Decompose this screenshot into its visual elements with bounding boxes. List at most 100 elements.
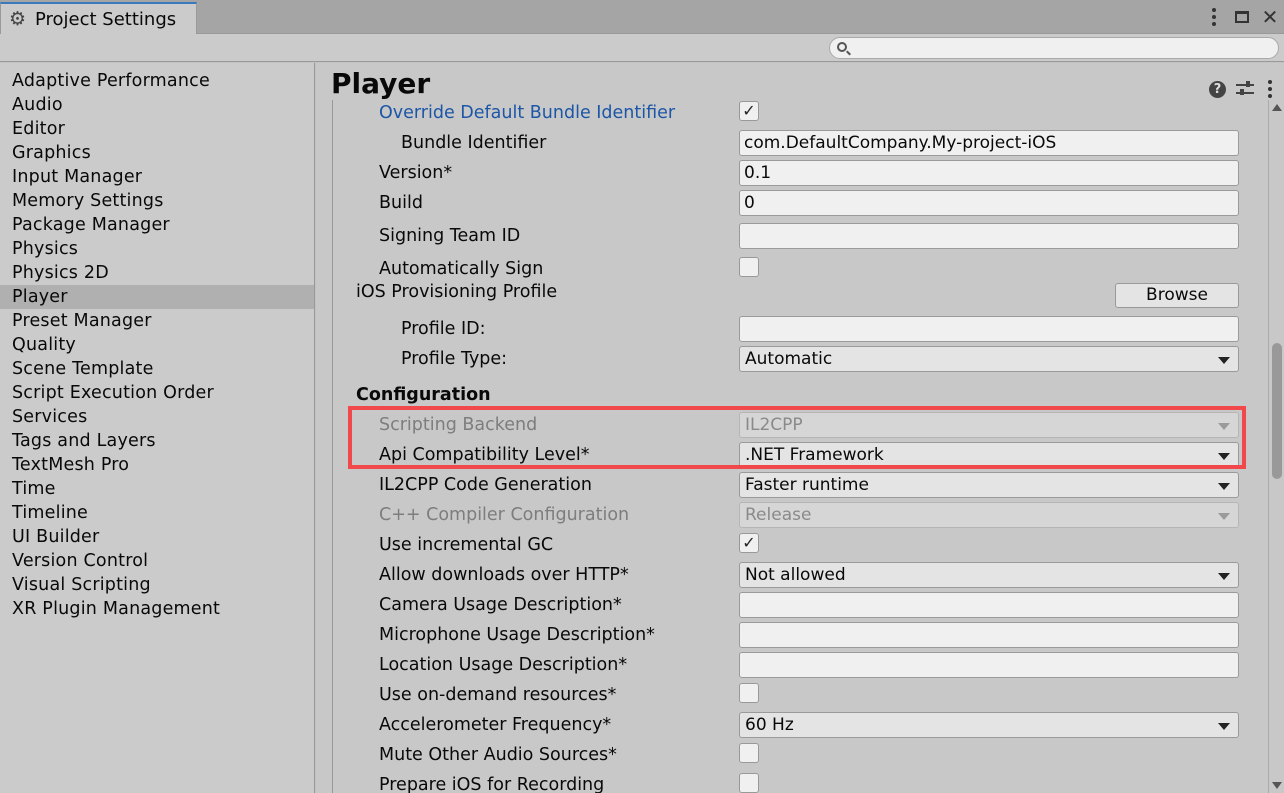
sidebar-item-visual-scripting[interactable]: Visual Scripting — [0, 573, 314, 597]
gear-icon: ⚙ — [9, 8, 27, 30]
scrollbar-thumb[interactable] — [1272, 343, 1282, 479]
configuration-section-title: Configuration — [356, 385, 491, 405]
sidebar-item-ui-builder[interactable]: UI Builder — [0, 525, 314, 549]
sidebar-item-version-control[interactable]: Version Control — [0, 549, 314, 573]
cpp-compiler-configuration-value: Release — [745, 505, 812, 525]
microphone-usage-description-label: Microphone Usage Description* — [379, 625, 655, 645]
help-icon[interactable]: ? — [1209, 80, 1226, 98]
window-controls: ✕ — [1200, 0, 1284, 34]
bundle-identifier-field[interactable]: com.DefaultCompany.My-project-iOS — [739, 130, 1239, 156]
more-icon[interactable] — [1264, 75, 1276, 103]
row-signing-team-id: Signing Team ID — [316, 223, 1256, 253]
chevron-down-icon — [1218, 423, 1230, 430]
window-titlebar: ⚙ Project Settings ✕ — [0, 0, 1284, 34]
api-compatibility-level-dropdown[interactable]: .NET Framework — [739, 442, 1239, 468]
preset-icon[interactable] — [1236, 81, 1254, 97]
sidebar-item-physics-2d[interactable]: Physics 2D — [0, 261, 314, 285]
prepare-ios-recording-checkbox[interactable] — [739, 773, 759, 793]
cpp-compiler-configuration-dropdown: Release — [739, 502, 1239, 528]
row-scripting-backend: Scripting Backend IL2CPP — [316, 412, 1256, 442]
maximize-icon[interactable] — [1228, 3, 1256, 31]
version-field[interactable]: 0.1 — [739, 160, 1239, 186]
browse-button[interactable]: Browse — [1115, 283, 1239, 308]
profile-id-label: Profile ID: — [401, 319, 486, 339]
sidebar-item-script-execution-order[interactable]: Script Execution Order — [0, 381, 314, 405]
sidebar-item-editor[interactable]: Editor — [0, 117, 314, 141]
allow-downloads-http-dropdown[interactable]: Not allowed — [739, 562, 1239, 588]
tab-title: Project Settings — [35, 9, 177, 30]
use-on-demand-resources-label: Use on-demand resources* — [379, 685, 617, 705]
sidebar-item-xr-plugin-management[interactable]: XR Plugin Management — [0, 597, 314, 621]
ios-provisioning-profile-label: iOS Provisioning Profile — [356, 282, 558, 302]
api-compatibility-level-label: Api Compatibility Level* — [379, 445, 590, 465]
sidebar-item-graphics[interactable]: Graphics — [0, 141, 314, 165]
sidebar-item-scene-template[interactable]: Scene Template — [0, 357, 314, 381]
sidebar-item-tags-and-layers[interactable]: Tags and Layers — [0, 429, 314, 453]
sidebar-item-services[interactable]: Services — [0, 405, 314, 429]
sidebar-item-adaptive-performance[interactable]: Adaptive Performance — [0, 69, 314, 93]
chevron-down-icon — [1218, 513, 1230, 520]
override-bundle-id-checkbox[interactable]: ✓ — [739, 101, 759, 121]
accelerometer-frequency-dropdown[interactable]: 60 Hz — [739, 712, 1239, 738]
search-input[interactable] — [854, 39, 1264, 57]
row-build: Build 0 — [316, 190, 1256, 220]
use-incremental-gc-checkbox[interactable]: ✓ — [739, 533, 759, 553]
microphone-usage-description-field[interactable] — [739, 622, 1239, 648]
row-ios-provisioning-profile: iOS Provisioning Profile Browse — [316, 282, 1256, 315]
il2cpp-code-generation-value: Faster runtime — [745, 475, 869, 495]
page-title: Player — [331, 67, 431, 100]
sidebar-item-audio[interactable]: Audio — [0, 93, 314, 117]
prepare-ios-recording-label: Prepare iOS for Recording — [379, 775, 605, 793]
mute-other-audio-sources-checkbox[interactable] — [739, 743, 759, 763]
kebab-menu-icon[interactable] — [1200, 3, 1228, 31]
sidebar-item-input-manager[interactable]: Input Manager — [0, 165, 314, 189]
header-icons: ? — [1209, 75, 1276, 103]
location-usage-description-field[interactable] — [739, 652, 1239, 678]
row-use-on-demand-resources: Use on-demand resources* — [316, 682, 1256, 712]
profile-type-dropdown[interactable]: Automatic — [739, 346, 1239, 372]
sidebar-item-quality[interactable]: Quality — [0, 333, 314, 357]
project-settings-tab[interactable]: ⚙ Project Settings — [0, 2, 197, 34]
vertical-scrollbar[interactable] — [1268, 100, 1284, 793]
row-prepare-ios-recording: Prepare iOS for Recording — [316, 772, 1256, 793]
signing-team-id-field[interactable] — [739, 223, 1239, 249]
use-on-demand-resources-checkbox[interactable] — [739, 683, 759, 703]
sidebar-item-preset-manager[interactable]: Preset Manager — [0, 309, 314, 333]
search-box[interactable] — [829, 37, 1279, 59]
row-bundle-identifier: Bundle Identifier com.DefaultCompany.My-… — [316, 130, 1256, 160]
sidebar-item-physics[interactable]: Physics — [0, 237, 314, 261]
version-label: Version* — [379, 163, 453, 183]
row-mute-other-audio-sources: Mute Other Audio Sources* — [316, 742, 1256, 772]
row-microphone-usage-description: Microphone Usage Description* — [316, 622, 1256, 652]
sidebar-item-timeline[interactable]: Timeline — [0, 501, 314, 525]
sidebar-item-player[interactable]: Player — [0, 285, 314, 309]
use-incremental-gc-label: Use incremental GC — [379, 535, 554, 555]
automatically-sign-checkbox[interactable] — [739, 257, 759, 277]
sidebar-item-package-manager[interactable]: Package Manager — [0, 213, 314, 237]
scroll-up-arrow-icon[interactable] — [1272, 104, 1282, 111]
chevron-down-icon — [1218, 357, 1230, 364]
row-location-usage-description: Location Usage Description* — [316, 652, 1256, 682]
sidebar-item-memory-settings[interactable]: Memory Settings — [0, 189, 314, 213]
sidebar-item-time[interactable]: Time — [0, 477, 314, 501]
cpp-compiler-configuration-label: C++ Compiler Configuration — [379, 505, 630, 525]
chevron-down-icon — [1218, 723, 1230, 730]
row-profile-id: Profile ID: — [316, 316, 1256, 346]
profile-id-field[interactable] — [739, 316, 1239, 342]
scripting-backend-dropdown: IL2CPP — [739, 412, 1239, 438]
row-version: Version* 0.1 — [316, 160, 1256, 190]
row-override-bundle-id: Override Default Bundle Identifier ✓ — [316, 100, 1256, 130]
il2cpp-code-generation-dropdown[interactable]: Faster runtime — [739, 472, 1239, 498]
signing-team-id-label: Signing Team ID — [379, 226, 521, 246]
scripting-backend-value: IL2CPP — [745, 415, 803, 435]
row-use-incremental-gc: Use incremental GC ✓ — [316, 532, 1256, 562]
scroll-down-arrow-icon[interactable] — [1272, 782, 1282, 789]
camera-usage-description-field[interactable] — [739, 592, 1239, 618]
override-bundle-id-label: Override Default Bundle Identifier — [379, 103, 676, 123]
close-icon[interactable]: ✕ — [1256, 3, 1284, 31]
build-field[interactable]: 0 — [739, 190, 1239, 216]
chevron-down-icon — [1218, 573, 1230, 580]
location-usage-description-label: Location Usage Description* — [379, 655, 628, 675]
accelerometer-frequency-label: Accelerometer Frequency* — [379, 715, 612, 735]
sidebar-item-textmesh-pro[interactable]: TextMesh Pro — [0, 453, 314, 477]
